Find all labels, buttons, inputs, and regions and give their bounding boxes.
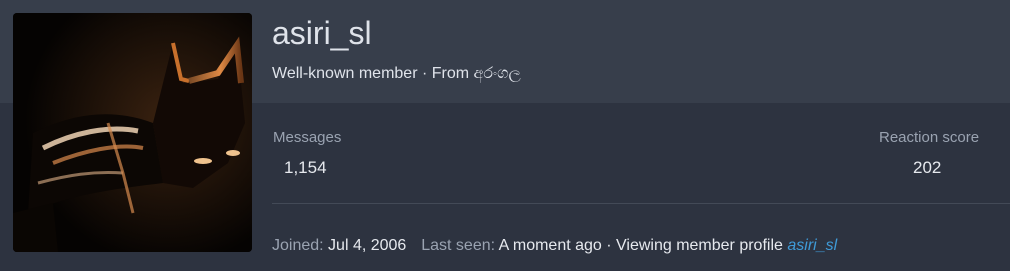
from-label: From	[431, 65, 474, 82]
messages-label: Messages	[273, 129, 342, 146]
user-blurb: Well-known member · From අරංගල	[272, 63, 521, 85]
avatar[interactable]	[13, 13, 252, 252]
stats-divider	[272, 203, 1010, 204]
last-seen-value: A moment ago	[498, 237, 602, 254]
last-seen-label: Last seen:	[421, 237, 496, 254]
location[interactable]: අරංගල	[474, 65, 521, 82]
activity-text: Viewing member profile	[616, 237, 788, 254]
reaction-score-value[interactable]: 202	[913, 157, 941, 179]
avatar-image	[13, 13, 252, 252]
joined-label: Joined:	[272, 237, 324, 254]
username-heading: asiri_sl	[272, 15, 372, 51]
reaction-score-label: Reaction score	[879, 129, 980, 146]
joined-date: Jul 4, 2006	[328, 237, 407, 254]
activity-profile-link[interactable]: asiri_sl	[787, 237, 837, 254]
user-title: Well-known member	[272, 65, 418, 82]
footer-separator: ·	[601, 237, 617, 254]
member-footer: Joined: Jul 4, 2006 Last seen: A moment …	[272, 236, 837, 256]
blurb-separator: ·	[417, 65, 432, 82]
messages-count[interactable]: 1,154	[284, 157, 327, 179]
